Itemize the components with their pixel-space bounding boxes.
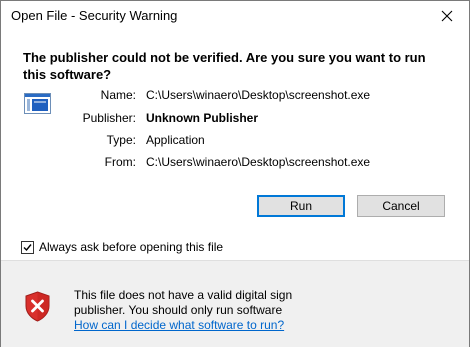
warning-heading: The publisher could not be verified. Are…	[23, 50, 426, 82]
publisher-value: Unknown Publisher	[146, 111, 259, 125]
title-bar: Open File - Security Warning	[1, 1, 469, 31]
footer-line-1: This file does not have a valid digital …	[74, 288, 293, 302]
name-value: C:\Users\winaero\Desktop\screenshot.exe	[146, 88, 371, 102]
run-button[interactable]: Run	[257, 195, 345, 217]
dialog-body: The publisher could not be verified. Are…	[1, 31, 469, 260]
close-button[interactable]	[425, 1, 469, 31]
name-label: Name:	[100, 88, 136, 102]
from-value: C:\Users\winaero\Desktop\screenshot.exe	[146, 155, 371, 169]
security-shield-icon	[25, 291, 50, 322]
always-ask-option[interactable]: Always ask before opening this file	[21, 239, 223, 255]
from-label: From:	[104, 155, 136, 169]
type-label: Type:	[106, 133, 136, 147]
close-icon	[441, 10, 453, 22]
publisher-label: Publisher:	[82, 111, 136, 125]
warning-footer: This file does not have a valid digital …	[1, 260, 469, 347]
checkmark-icon	[23, 243, 32, 251]
always-ask-label: Always ask before opening this file	[39, 240, 224, 254]
help-link[interactable]: How can I decide what software to run?	[74, 318, 292, 333]
always-ask-checkbox[interactable]	[21, 240, 34, 254]
security-warning-dialog: Open File - Security Warning The publish…	[0, 0, 470, 347]
type-value: Application	[146, 133, 205, 147]
footer-line-2: publisher. You should only run software	[74, 303, 283, 317]
window-title: Open File - Security Warning	[11, 8, 178, 23]
footer-message: This file does not have a valid digital …	[74, 288, 292, 333]
cancel-button[interactable]: Cancel	[357, 195, 445, 217]
